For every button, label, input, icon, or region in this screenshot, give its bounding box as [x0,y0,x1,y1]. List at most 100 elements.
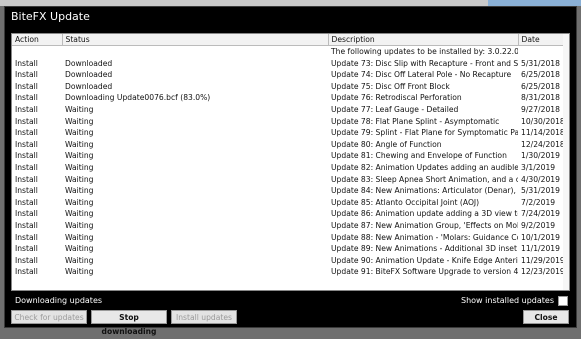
cell-status: Waiting [65,151,94,161]
table-row[interactable]: Install Downloaded Update 75: Disc Off Fro… [12,81,569,93]
cell-action: Install [15,267,38,277]
table-row[interactable]: Install Waiting Update 83: Sleep Apnea Sho… [12,174,569,186]
cell-action: Install [15,70,38,80]
table-row[interactable]: Install Downloading Update0076.bcf (83.0%… [12,92,569,104]
cell-status: Waiting [65,244,94,254]
show-installed-toggle[interactable]: Show installed updates [461,295,568,307]
cell-description: Update 87: New Animation Group, 'Effects… [331,220,518,230]
table-scrollbar[interactable] [563,34,569,290]
cell-description: Update 77: Leaf Gauge - Detailed [331,104,459,114]
cell-date: 10/1/2019 [521,232,560,242]
cell-date: 5/31/2019 [521,186,560,196]
column-header-action[interactable]: Action [12,34,63,46]
update-dialog: BiteFX Update Action Status Description … [4,6,577,336]
cell-status: Waiting [65,104,94,114]
column-header-description[interactable]: Description [328,34,519,46]
dialog-title: BiteFX Update [5,7,576,27]
cell-status: Downloaded [65,58,113,68]
cell-status: Downloaded [65,81,113,91]
column-header-status[interactable]: Status [62,34,329,46]
cell-description: The following updates to be installed by… [331,47,518,56]
table-row[interactable]: Install Waiting Update 90: Animation Updat… [12,255,569,267]
cell-status [62,46,328,58]
cell-date: 4/30/2019 [521,174,560,184]
cell-status: Waiting [65,139,94,149]
cell-status: Waiting [65,232,94,242]
table-row[interactable]: Install Waiting Update 82: Animation Updat… [12,162,569,174]
cell-date: 11/14/2018 [521,128,565,138]
cell-date: 5/31/2018 [521,58,560,68]
cell-date: 9/27/2018 [521,104,560,114]
table-row[interactable]: Install Waiting Update 80: Angle of Functi… [12,139,569,151]
cell-description: Update 76: Retrodiscal Perforation [331,93,462,103]
cell-date: 1/30/2019 [521,151,560,161]
cell-description: Update 91: BiteFX Software Upgrade to ve… [331,267,518,277]
status-text: Downloading updates [15,296,103,305]
status-bar: Downloading updates Show installed updat… [15,295,568,307]
table-row[interactable]: Install Waiting Update 79: Splint - Flat P… [12,127,569,139]
cell-date [518,46,569,58]
cell-date: 6/25/2018 [521,81,560,91]
cell-action: Install [15,197,38,207]
cell-action: Install [15,116,38,126]
table-header-row: Action Status Description Date [12,34,569,46]
table-row[interactable]: Install Downloaded Update 73: Disc Slip wi… [12,58,569,70]
cell-date: 12/23/2019 [521,267,565,277]
cell-status: Waiting [65,220,94,230]
cell-description: Update 82: Animation Updates adding an a… [331,162,518,172]
cell-action: Install [15,209,38,219]
table-row[interactable]: Install Waiting Update 91: BiteFX Software… [12,266,569,278]
cell-status: Downloaded [65,70,113,80]
cell-action: Install [15,162,38,172]
table-row[interactable]: Install Waiting Update 88: New Animation -… [12,232,569,244]
cell-status: Waiting [65,197,94,207]
table-row[interactable]: Install Waiting Update 87: New Animation G… [12,220,569,232]
table-row[interactable]: Install Waiting Update 89: New Animations … [12,243,569,255]
close-button[interactable]: Close [523,310,569,324]
cell-action: Install [15,255,38,265]
show-installed-checkbox[interactable] [558,295,568,306]
table-row[interactable]: Install Waiting Update 78: Flat Plane Spli… [12,116,569,128]
cell-status: Waiting [65,162,94,172]
cell-date: 6/25/2018 [521,70,560,80]
updates-table[interactable]: Action Status Description Date The follo… [11,33,570,291]
table-row[interactable]: Install Waiting Update 77: Leaf Gauge - De… [12,104,569,116]
cell-description: Update 90: Animation Update - Knife Edge… [331,255,518,265]
cell-date: 11/29/2019 [521,255,565,265]
cell-action: Install [15,232,38,242]
cell-description: Update 89: New Animations - Additional 3… [331,244,518,254]
cell-status: Waiting [65,255,94,265]
table-row[interactable]: Install Downloaded Update 74: Disc Off Lat… [12,69,569,81]
cell-date: 3/1/2019 [521,162,556,172]
cell-description: Update 86: Animation update adding a 3D … [331,209,518,219]
table-row[interactable]: The following updates to be installed by… [12,46,569,58]
cell-action: Install [15,174,38,184]
cell-action: Install [15,93,38,103]
cell-date: 9/2/2019 [521,220,556,230]
cell-description: Update 80: Angle of Function [331,139,442,149]
cell-status: Waiting [65,209,94,219]
cell-status: Waiting [65,128,94,138]
cell-status: Downloading Update0076.bcf (83.0%) [65,93,211,103]
cell-date: 10/30/2018 [521,116,565,126]
show-installed-label: Show installed updates [461,296,554,305]
cell-action: Install [15,128,38,138]
table-row[interactable]: Install Waiting Update 86: Animation updat… [12,208,569,220]
install-updates-button[interactable]: Install updates [171,310,237,324]
table-row[interactable]: Install Waiting Update 85: Atlanto Occipit… [12,197,569,209]
column-header-date[interactable]: Date [518,34,569,46]
cell-action: Install [15,244,38,254]
table-row[interactable]: Install Waiting Update 84: New Animations:… [12,185,569,197]
cell-description: Update 81: Chewing and Envelope of Funct… [331,151,507,161]
cell-action: Install [15,139,38,149]
table-row[interactable]: Install Waiting Update 81: Chewing and Env… [12,150,569,162]
stop-downloading-button[interactable]: Stop downloading [91,310,167,336]
cell-action: Install [15,220,38,230]
cell-status: Waiting [65,186,94,196]
cell-action: Install [15,81,38,91]
cell-date: 12/24/2018 [521,139,565,149]
cell-status: Waiting [65,174,94,184]
cell-description: Update 79: Splint - Flat Plane for Sympt… [331,128,518,138]
cell-date: 11/1/2019 [521,244,560,254]
check-for-updates-button[interactable]: Check for updates [11,310,87,324]
